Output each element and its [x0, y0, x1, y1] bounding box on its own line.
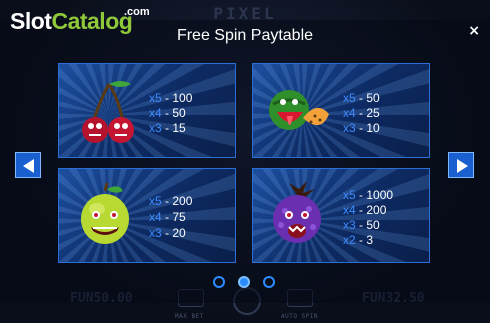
- pay-multiplier: x4: [149, 106, 162, 120]
- pay-row: x4 - 75: [149, 210, 186, 224]
- pay-multiplier: x5: [343, 188, 356, 202]
- pay-amount: - 10: [359, 121, 380, 135]
- pay-row: x5 - 100: [149, 91, 192, 105]
- pay-multiplier: x3: [149, 226, 162, 240]
- popup-title: Free Spin Paytable: [176, 27, 314, 44]
- paytable-card-berry: x5 - 1000 x4 - 200 x3 - 50 x2 - 3: [252, 168, 430, 263]
- pay-multiplier: x4: [343, 106, 356, 120]
- apple-monster-icon: [81, 182, 129, 244]
- pay-amount: - 50: [165, 106, 186, 120]
- close-button[interactable]: ×: [468, 23, 480, 39]
- prev-page-button[interactable]: [15, 152, 41, 178]
- arrow-right-icon: [457, 159, 468, 173]
- pay-row: x5 - 1000: [343, 188, 393, 202]
- pay-multiplier: x4: [149, 210, 162, 224]
- pay-amount: - 25: [359, 106, 380, 120]
- page-dot-2-active[interactable]: [238, 276, 250, 288]
- page-indicator: [0, 276, 490, 290]
- watermelon-monster-icon: [269, 90, 329, 130]
- cherries-monster-icon: [82, 81, 134, 143]
- pay-amount: - 100: [165, 91, 193, 105]
- next-page-button[interactable]: [448, 152, 474, 178]
- pay-multiplier: x5: [149, 194, 162, 208]
- logo-suffix: .com: [124, 6, 150, 18]
- pay-row: x2 - 3: [343, 233, 373, 247]
- pay-row: x5 - 50: [343, 91, 380, 105]
- pay-row: x4 - 25: [343, 106, 380, 120]
- pay-row: x3 - 20: [149, 226, 186, 240]
- pay-row: x4 - 50: [149, 106, 186, 120]
- pay-row: x3 - 50: [343, 218, 380, 232]
- pay-amount: - 50: [359, 218, 380, 232]
- paytable-card-cherries: x5 - 100 x4 - 50 x3 - 15: [58, 63, 236, 158]
- pay-multiplier: x5: [343, 91, 356, 105]
- pay-row: x3 - 15: [149, 121, 186, 135]
- max-bet-label: MAX BET: [175, 313, 204, 320]
- pay-row: x5 - 200: [149, 194, 192, 208]
- pay-amount: - 75: [165, 210, 186, 224]
- pay-multiplier: x4: [343, 203, 356, 217]
- pay-amount: - 1000: [359, 188, 394, 202]
- paytable-card-watermelon: x5 - 50 x4 - 25 x3 - 10: [252, 63, 430, 158]
- pay-multiplier: x2: [343, 233, 356, 247]
- berry-monster-icon: [273, 181, 321, 243]
- pay-row: x4 - 200: [343, 203, 386, 217]
- pay-multiplier: x3: [149, 121, 162, 135]
- pay-multiplier: x3: [343, 218, 356, 232]
- pay-multiplier: x5: [149, 91, 162, 105]
- pay-amount: - 20: [165, 226, 186, 240]
- pay-amount: - 15: [165, 121, 186, 135]
- pay-amount: - 3: [359, 233, 374, 247]
- pay-amount: - 200: [359, 203, 387, 217]
- paytable-card-apple: x5 - 200 x4 - 75 x3 - 20: [58, 168, 236, 263]
- page-dot-3[interactable]: [263, 276, 275, 288]
- auto-spin-label: AUTO SPIN: [281, 313, 319, 320]
- pay-multiplier: x3: [343, 121, 356, 135]
- pay-amount: - 50: [359, 91, 380, 105]
- page-dot-1[interactable]: [213, 276, 225, 288]
- pay-row: x3 - 10: [343, 121, 380, 135]
- arrow-left-icon: [23, 159, 34, 173]
- pay-amount: - 200: [165, 194, 193, 208]
